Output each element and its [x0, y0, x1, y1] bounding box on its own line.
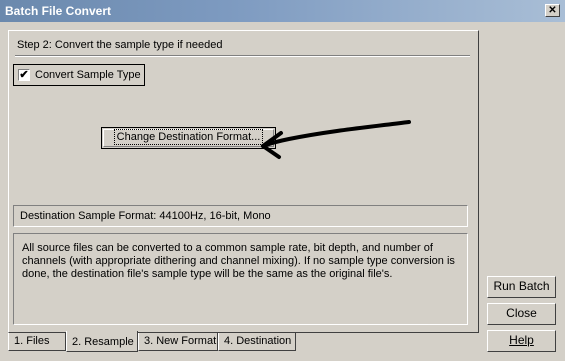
close-label: Close [506, 306, 537, 320]
step-divider [15, 55, 470, 57]
step-heading: Step 2: Convert the sample type if neede… [17, 39, 223, 51]
change-destination-format-label: Change Destination Format... [113, 129, 264, 145]
close-button[interactable]: Close [487, 303, 556, 325]
help-button[interactable]: Help [487, 330, 556, 352]
batch-file-convert-window: Batch File Convert ✕ Step 2: Convert the… [0, 0, 565, 361]
tab-destination-label: 4. Destination [224, 335, 292, 347]
close-icon: ✕ [548, 5, 557, 16]
tab-new-format[interactable]: 3. New Format [138, 333, 218, 351]
run-batch-button[interactable]: Run Batch [487, 276, 556, 298]
resample-info-text: All source files can be converted to a c… [13, 233, 468, 325]
destination-sample-format: Destination Sample Format: 44100Hz, 16-b… [13, 205, 468, 227]
close-window-button[interactable]: ✕ [545, 4, 560, 17]
tab-new-format-label: 3. New Format [144, 335, 217, 347]
tab-files-label: 1. Files [14, 335, 50, 347]
tab-resample[interactable]: 2. Resample [66, 331, 138, 352]
convert-sample-type-checkbox[interactable]: ✔ Convert Sample Type [13, 64, 145, 86]
resample-tab-panel: Step 2: Convert the sample type if neede… [8, 30, 479, 333]
help-label: Help [509, 333, 534, 347]
tab-destination[interactable]: 4. Destination [218, 333, 296, 351]
convert-sample-type-label[interactable]: Convert Sample Type [35, 69, 141, 81]
checkbox-box[interactable]: ✔ [18, 69, 30, 81]
tab-resample-label: 2. Resample [72, 336, 134, 348]
checkmark-icon: ✔ [19, 69, 29, 81]
annotation-arrow-icon [261, 120, 411, 159]
title-bar[interactable]: Batch File Convert ✕ [0, 0, 565, 22]
run-batch-label: Run Batch [493, 279, 550, 293]
window-title: Batch File Convert [5, 4, 112, 18]
tab-files[interactable]: 1. Files [8, 333, 66, 351]
